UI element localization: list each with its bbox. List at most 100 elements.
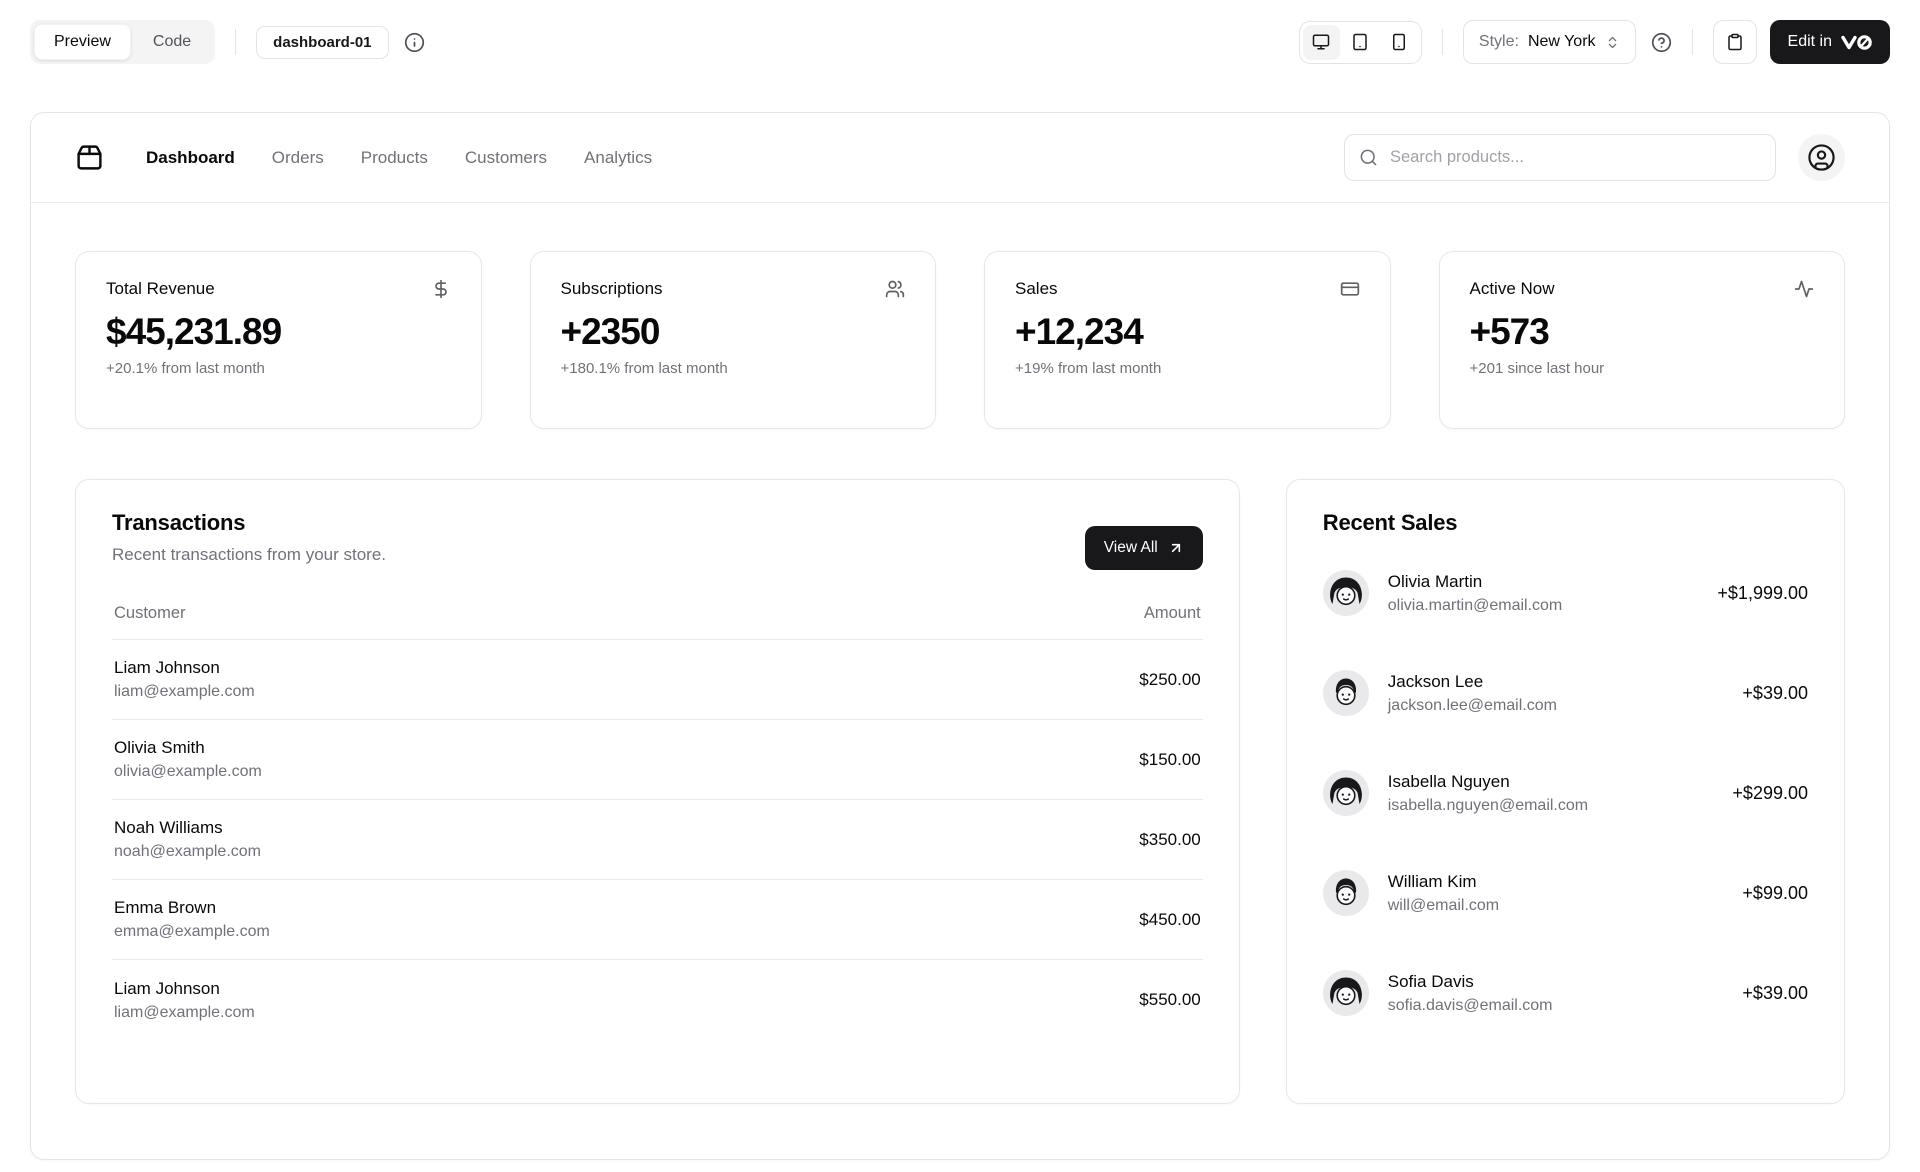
device-toggle[interactable] [1381,25,1418,60]
stat-value: +12,234 [1015,311,1360,353]
column-customer: Customer [114,604,186,623]
package-logo-icon[interactable] [75,143,104,172]
help-icon[interactable] [1651,32,1672,53]
sale-amount: +$39.00 [1742,983,1808,1004]
search-input[interactable] [1344,134,1776,181]
sale-name: Sofia Davis [1388,972,1553,992]
nav-link[interactable]: Analytics [584,148,652,168]
customer-name: Olivia Smith [114,738,262,758]
sale-amount: +$39.00 [1742,683,1808,704]
stat-card: Sales +12,234 +19% from last month [984,251,1391,429]
divider [235,29,236,55]
info-icon[interactable] [404,32,425,53]
view-mode-tabs: Preview Code [30,20,215,64]
edit-in-v0-button[interactable]: Edit in [1770,20,1890,64]
sale-amount: +$99.00 [1742,883,1808,904]
stat-title: Active Now [1470,279,1555,299]
sale-name: William Kim [1388,872,1499,892]
user-menu-button[interactable] [1798,134,1845,181]
stat-change: +20.1% from last month [106,360,451,377]
style-select-value: New York [1528,33,1596,51]
customer-name: Noah Williams [114,818,261,838]
customer-name: Liam Johnson [114,658,255,678]
app-header: Dashboard Orders Products Customers Anal… [31,113,1889,203]
stat-value: +573 [1470,311,1815,353]
nav-link[interactable]: Orders [272,148,324,168]
sale-amount: +$1,999.00 [1717,583,1808,604]
toolbar-right: Style: New York Edit in [1299,20,1890,64]
transaction-amount: $450.00 [1139,910,1200,930]
users-icon [885,279,905,299]
customer-email: noah@example.com [114,843,261,861]
sale-email: will@email.com [1388,897,1499,915]
divider [1692,29,1693,55]
customer-name: Emma Brown [114,898,270,918]
stat-title: Total Revenue [106,279,215,299]
customer-email: liam@example.com [114,683,255,701]
stat-value: +2350 [561,311,906,353]
nav-link[interactable]: Products [361,148,428,168]
chevrons-up-down-icon [1605,35,1620,50]
avatar [1323,570,1369,616]
divider [1442,29,1443,55]
table-header: Customer Amount [112,604,1203,640]
transactions-subtitle: Recent transactions from your store. [112,545,386,565]
nav-link[interactable]: Customers [465,148,547,168]
dollar-sign-icon [431,279,451,299]
v0-logo-icon [1841,35,1872,50]
tablet-icon [1351,33,1369,51]
sale-item: Olivia Martin olivia.martin@email.com +$… [1323,570,1808,616]
customer-email: emma@example.com [114,923,270,941]
device-toggle[interactable] [1342,25,1379,60]
nav-link[interactable]: Dashboard [146,148,235,168]
sale-name: Olivia Martin [1388,572,1563,592]
recent-sales-title: Recent Sales [1323,510,1808,536]
table-body: Liam Johnson liam@example.com $250.00 Ol… [112,640,1203,1040]
avatar [1323,670,1369,716]
activity-icon [1794,279,1814,299]
transaction-row: Olivia Smith olivia@example.com $150.00 [112,720,1203,800]
search-wrap [1344,134,1776,181]
customer-name: Liam Johnson [114,979,255,999]
style-select-label: Style: [1479,33,1519,51]
stat-card: Total Revenue $45,231.89 +20.1% from las… [75,251,482,429]
copy-code-button[interactable] [1713,20,1757,64]
preview-toolbar: Preview Code dashboard-01 Style: New Yor… [30,14,1890,70]
stat-card: Subscriptions +2350 +180.1% from last mo… [530,251,937,429]
smartphone-icon [1390,33,1408,51]
style-select[interactable]: Style: New York [1463,20,1636,64]
sale-item: Jackson Lee jackson.lee@email.com +$39.0… [1323,670,1808,716]
stat-value: $45,231.89 [106,311,451,353]
transactions-card: Transactions Recent transactions from yo… [75,479,1240,1104]
sale-email: isabella.nguyen@email.com [1388,797,1588,815]
dashboard-content: Total Revenue $45,231.89 +20.1% from las… [31,203,1889,1104]
stat-change: +19% from last month [1015,360,1360,377]
main-nav: Dashboard Orders Products Customers Anal… [146,148,652,168]
transaction-amount: $550.00 [1139,990,1200,1010]
sale-item: Isabella Nguyen isabella.nguyen@email.co… [1323,770,1808,816]
transaction-row: Liam Johnson liam@example.com $550.00 [112,960,1203,1040]
view-all-button[interactable]: View All [1085,526,1203,570]
transaction-row: Liam Johnson liam@example.com $250.00 [112,640,1203,720]
transactions-table: Customer Amount Liam Johnson liam@exampl… [112,604,1203,1040]
view-mode-tab[interactable]: Preview [34,24,131,60]
sale-name: Jackson Lee [1388,672,1557,692]
device-toggle-group [1299,21,1422,64]
sale-item: Sofia Davis sofia.davis@email.com +$39.0… [1323,970,1808,1016]
avatar [1323,870,1369,916]
transaction-row: Noah Williams noah@example.com $350.00 [112,800,1203,880]
avatar [1323,970,1369,1016]
view-mode-tab[interactable]: Code [133,24,211,60]
stats-row: Total Revenue $45,231.89 +20.1% from las… [75,251,1845,429]
sale-amount: +$299.00 [1732,783,1808,804]
customer-email: liam@example.com [114,1004,255,1022]
avatar [1323,770,1369,816]
sale-email: jackson.lee@email.com [1388,697,1557,715]
arrow-up-right-icon [1168,540,1184,556]
device-toggle[interactable] [1303,25,1340,60]
block-name-badge[interactable]: dashboard-01 [256,26,388,59]
stat-change: +180.1% from last month [561,360,906,377]
sale-name: Isabella Nguyen [1388,772,1588,792]
stat-card: Active Now +573 +201 since last hour [1439,251,1846,429]
view-all-label: View All [1104,539,1158,557]
